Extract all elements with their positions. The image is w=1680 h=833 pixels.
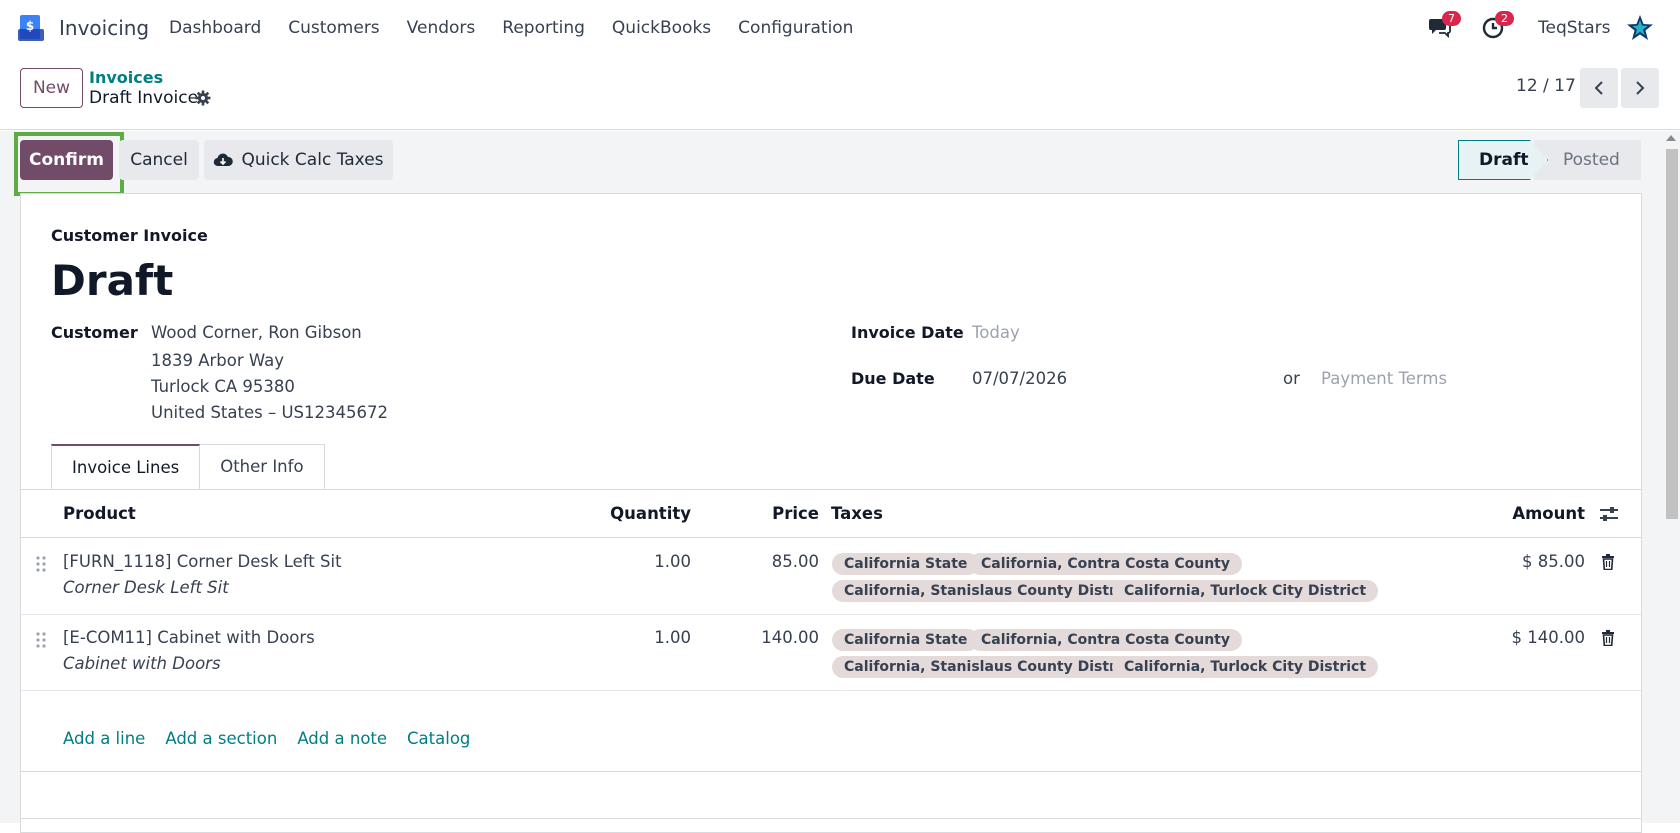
customer-address-line: 1839 Arbor Way [151,351,285,370]
divider [21,771,1641,772]
invoice-date-field[interactable]: Today [972,323,1020,342]
stage-posted[interactable]: Posted [1534,140,1641,180]
line-description[interactable]: Cabinet with Doors [63,654,221,673]
column-price[interactable]: Price [772,504,819,523]
pager-previous-button[interactable] [1580,68,1618,108]
menu-dashboard[interactable]: Dashboard [169,18,261,38]
line-product[interactable]: [FURN_1118] Corner Desk Left Sit [63,552,342,571]
svg-text:$: $ [26,19,34,33]
tax-tag[interactable]: California, Turlock City District [1112,580,1379,602]
tax-tag[interactable]: California, Contra Costa County [969,629,1242,651]
column-amount[interactable]: Amount [1512,504,1585,523]
tax-tag[interactable]: California State [832,629,980,651]
divider [21,818,1641,819]
vertical-scrollbar[interactable] [1662,131,1680,823]
tab-other-info[interactable]: Other Info [200,444,325,490]
menu-reporting[interactable]: Reporting [502,18,585,38]
add-line-controls: Add a line Add a section Add a note Cata… [63,729,470,748]
customer-address-line: Turlock CA 95380 [151,377,295,396]
invoice-date-label: Invoice Date [851,323,964,342]
payment-terms-field[interactable]: Payment Terms [1321,369,1447,388]
pager-next-button[interactable] [1621,68,1659,108]
scroll-thumb[interactable] [1666,149,1678,519]
document-type: Customer Invoice [51,226,208,245]
table-row[interactable]: [E-COM11] Cabinet with Doors Cabinet wit… [21,615,1641,691]
control-panel: New Invoices Draft Invoice 12 / 17 [0,56,1680,130]
cancel-button[interactable]: Cancel [119,140,199,180]
trash-icon[interactable] [1601,630,1615,646]
activities-button[interactable]: 2 [1481,11,1514,41]
stage-draft[interactable]: Draft [1458,140,1548,180]
tax-tag[interactable]: California, Contra Costa County [969,553,1242,575]
line-quantity[interactable]: 1.00 [654,552,691,571]
column-quantity[interactable]: Quantity [610,504,691,523]
notebook-tabs: Invoice Lines Other Info [51,444,325,490]
pager-value[interactable]: 12 / 17 [1516,76,1576,96]
lines-table-header: Product Quantity Price Taxes Amount [21,490,1641,538]
line-product[interactable]: [E-COM11] Cabinet with Doors [63,628,315,647]
add-section-link[interactable]: Add a section [165,729,277,748]
tax-tag[interactable]: California State [832,553,980,575]
trash-icon[interactable] [1601,554,1615,570]
messages-button[interactable]: 7 [1428,11,1461,41]
page-title: Draft [51,256,174,305]
activities-badge: 2 [1495,11,1514,26]
messages-badge: 7 [1442,11,1461,26]
line-description[interactable]: Corner Desk Left Sit [63,578,229,597]
invoicing-app-icon[interactable]: $ [18,15,44,41]
confirm-button[interactable]: Confirm [20,140,113,180]
add-note-link[interactable]: Add a note [297,729,387,748]
breadcrumb-current: Draft Invoice [89,88,199,108]
menu-vendors[interactable]: Vendors [407,18,476,38]
customer-field[interactable]: Wood Corner, Ron Gibson [151,323,362,342]
tax-tag[interactable]: California, Turlock City District [1112,656,1379,678]
app-name[interactable]: Invoicing [59,16,149,40]
add-line-link[interactable]: Add a line [63,729,145,748]
column-taxes[interactable]: Taxes [831,504,883,523]
line-price[interactable]: 140.00 [761,628,819,647]
gear-icon[interactable] [195,90,211,106]
optional-columns-icon[interactable] [1599,506,1619,522]
new-button[interactable]: New [20,68,83,108]
line-amount: $ 85.00 [1522,552,1585,571]
drag-handle-icon[interactable] [35,631,47,649]
chevron-right-icon [1636,81,1645,95]
status-bar: Confirm Cancel Quick Calc Taxes Posted D… [0,131,1662,196]
column-product[interactable]: Product [63,504,136,523]
tab-invoice-lines[interactable]: Invoice Lines [51,444,201,490]
quick-calc-taxes-button[interactable]: Quick Calc Taxes [204,140,393,180]
tax-tag[interactable]: California, Stanislaus County Distr... [832,580,1142,602]
top-navbar: $ Invoicing Dashboard Customers Vendors … [0,0,1680,56]
due-date-label: Due Date [851,369,935,388]
star-icon[interactable] [1626,14,1654,42]
tax-tag[interactable]: California, Stanislaus County Distr... [832,656,1142,678]
customer-address-line: United States – US12345672 [151,403,389,422]
menu-quickbooks[interactable]: QuickBooks [612,18,711,38]
menu-configuration[interactable]: Configuration [738,18,853,38]
catalog-link[interactable]: Catalog [407,729,470,748]
cloud-download-icon [214,153,234,167]
drag-handle-icon[interactable] [35,555,47,573]
table-row[interactable]: [FURN_1118] Corner Desk Left Sit Corner … [21,539,1641,615]
scroll-up-arrow[interactable] [1666,135,1676,141]
main-menu: Dashboard Customers Vendors Reporting Qu… [169,18,880,38]
company-switcher[interactable]: TeqStars [1538,18,1610,38]
form-view: Confirm Cancel Quick Calc Taxes Posted D… [0,131,1680,833]
line-price[interactable]: 85.00 [772,552,819,571]
customer-label: Customer [51,323,138,342]
line-amount: $ 140.00 [1511,628,1585,647]
form-sheet: Customer Invoice Draft Customer Wood Cor… [20,193,1642,833]
due-date-field[interactable]: 07/07/2026 [972,369,1067,388]
chevron-left-icon [1594,81,1603,95]
line-quantity[interactable]: 1.00 [654,628,691,647]
quick-calc-label: Quick Calc Taxes [241,150,384,170]
or-label: or [1283,369,1300,388]
breadcrumb-invoices[interactable]: Invoices [89,68,163,87]
menu-customers[interactable]: Customers [288,18,379,38]
